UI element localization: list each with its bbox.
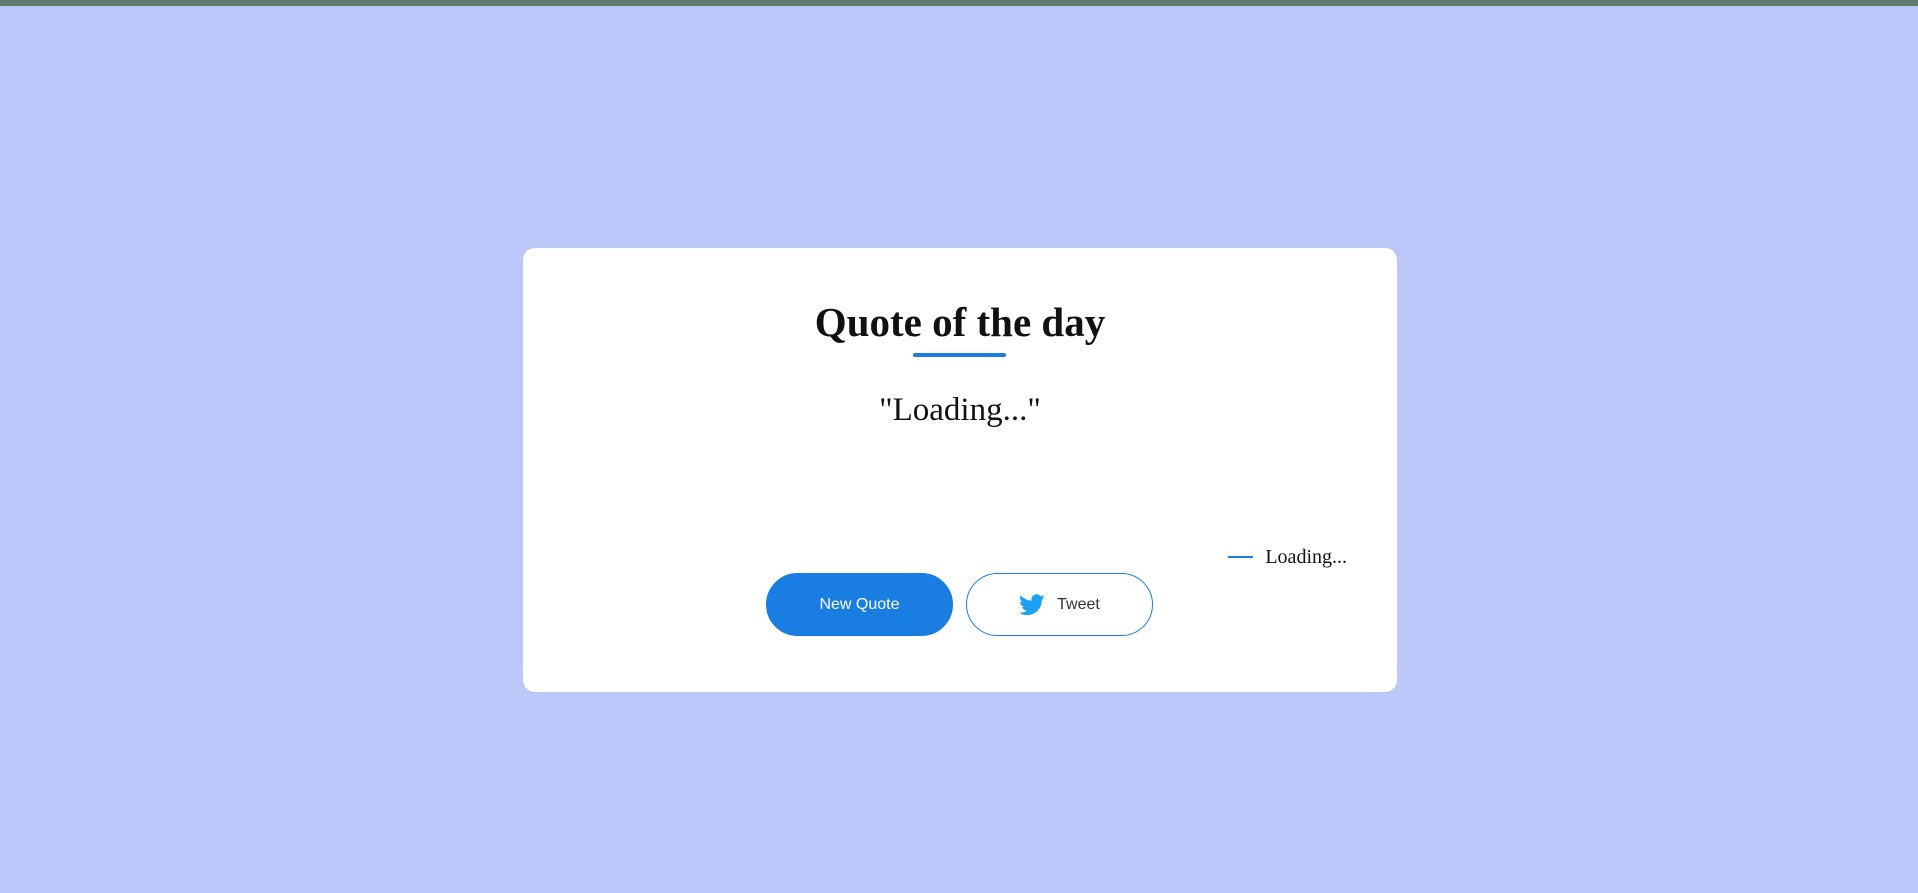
tweet-button[interactable]: Tweet xyxy=(966,573,1153,636)
new-quote-button[interactable]: New Quote xyxy=(766,573,953,636)
twitter-bird-icon xyxy=(1019,593,1045,616)
tweet-label: Tweet xyxy=(1057,595,1100,613)
action-buttons: New Quote Tweet xyxy=(766,573,1153,636)
quote-author: Loading... xyxy=(1228,545,1347,569)
author-name: Loading... xyxy=(1265,546,1347,568)
card-title: Quote of the day xyxy=(814,299,1106,345)
new-quote-label: New Quote xyxy=(819,595,900,613)
title-underline xyxy=(913,353,1006,357)
author-dash xyxy=(1228,556,1254,558)
quote-text: "Loading..." xyxy=(879,392,1041,428)
top-border-strip xyxy=(0,0,1918,6)
quote-card: Quote of the day "Loading..." Loading...… xyxy=(523,248,1397,692)
